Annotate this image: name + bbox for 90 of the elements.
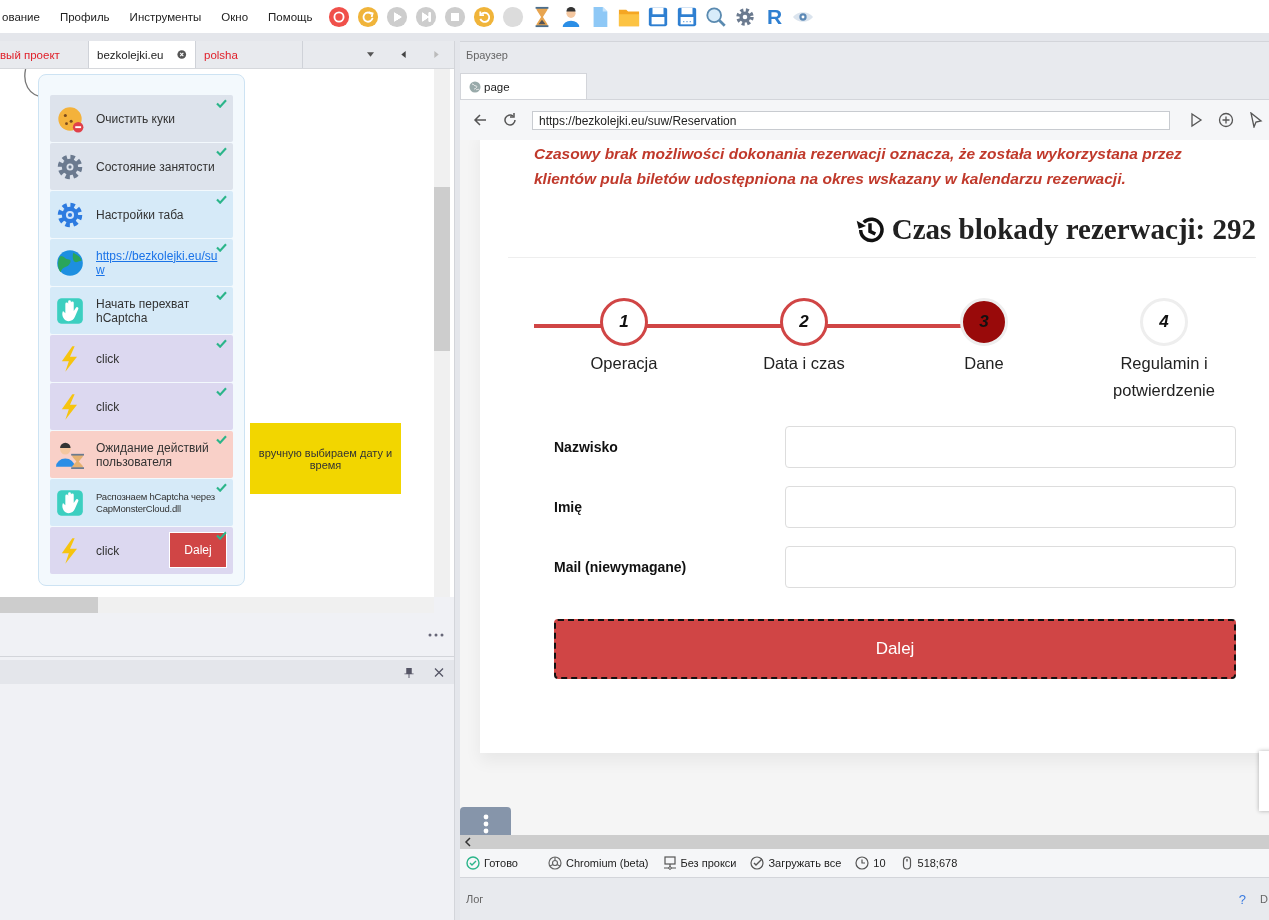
status-text: Без прокси: [680, 857, 737, 869]
hand-icon: [56, 296, 84, 325]
action-block[interactable]: Начать перехват hCaptcha: [50, 287, 233, 334]
action-label: click: [96, 351, 120, 366]
gear-icon: [56, 152, 84, 181]
field-label: Imię: [554, 499, 582, 515]
step-circle[interactable]: 4: [1140, 298, 1188, 346]
check-circle-icon: [750, 856, 765, 870]
project-tab[interactable]: bezkolejki.eu: [89, 41, 196, 68]
menu-item[interactable]: Инструменты: [119, 10, 212, 23]
network-icon: [662, 856, 677, 870]
cookie-icon: [56, 104, 84, 133]
person-hourglass-icon: [56, 440, 84, 469]
globe-icon: [469, 80, 481, 93]
record-icon[interactable]: [328, 5, 351, 28]
timer-heading: Czas blokady rezerwacji: 292: [891, 213, 1256, 246]
action-block[interactable]: Ожидание действий пользователя: [50, 431, 233, 478]
floppy-icon[interactable]: [647, 5, 670, 28]
status-text: 518;678: [917, 857, 958, 869]
close-icon[interactable]: [434, 666, 444, 678]
element-preview: Dalej: [169, 532, 227, 568]
status-text: Chromium (beta): [565, 857, 649, 869]
action-block[interactable]: click Dalej: [50, 527, 233, 574]
action-label: Настройки таба: [96, 207, 184, 222]
panel-title: Лог: [466, 893, 484, 905]
action-block[interactable]: click: [50, 383, 233, 430]
panel-title: Браузер: [466, 49, 508, 61]
play-icon[interactable]: [1188, 112, 1204, 128]
add-icon[interactable]: [1218, 112, 1234, 128]
help-link[interactable]: ?: [1238, 891, 1247, 907]
menu-item[interactable]: Окно: [211, 10, 259, 23]
project-tab[interactable]: polsha: [196, 41, 303, 68]
clock-icon: [855, 856, 870, 870]
address-field[interactable]: https://bezkolejki.eu/suw/Reservation: [532, 110, 1170, 130]
input-field[interactable]: [785, 486, 1236, 528]
status-text: 10: [873, 857, 886, 869]
reload-icon[interactable]: [502, 112, 518, 128]
gear-icon: [56, 200, 84, 229]
action-label: click: [96, 543, 120, 558]
field-label: Mail (niewymagane): [554, 559, 687, 575]
close-icon[interactable]: [177, 49, 187, 60]
globe-icon: [56, 248, 84, 277]
action-block[interactable]: Очистить куки: [50, 95, 233, 142]
check-circle-icon: [466, 856, 480, 870]
step-label: Data i czas: [762, 353, 846, 374]
action-label: Ожидание действий пользователя: [96, 440, 210, 469]
sticky-note: вручную выбираем дату и время: [250, 423, 401, 494]
action-label: Очистить куки: [96, 111, 175, 126]
browser-icon: [547, 856, 562, 870]
status-text: Загружать все: [768, 857, 842, 869]
action-label: Распознаем hCaptcha через CapMonsterCloud.dll: [96, 490, 216, 515]
step-label: Operacja: [589, 353, 659, 374]
menu-item[interactable]: Профиль: [49, 10, 120, 23]
toolbar-button[interactable]: R: [763, 5, 786, 28]
settings-icon[interactable]: [734, 5, 757, 28]
dropdown-icon[interactable]: [367, 51, 374, 58]
back-icon[interactable]: [472, 112, 488, 128]
action-block[interactable]: Состояние занятости: [50, 143, 233, 190]
menu-item[interactable]: ование: [2, 10, 50, 23]
next-button[interactable]: Dalej: [554, 619, 1236, 679]
input-field[interactable]: [785, 426, 1236, 468]
scrollbar[interactable]: [0, 597, 434, 613]
action-block[interactable]: https://bezkolejki.eu/suw: [50, 239, 233, 286]
notice-text: Czasowy brak możliwości dokonania rezerwacji oznacza, że została wykorzystana przez klientów pula biletów udostępniona na okres wskazany w kalendarzu rezerwacji.: [534, 144, 1183, 189]
action-label: Состояние занятости: [96, 159, 215, 174]
step-label: Dane: [963, 353, 1005, 374]
menu-item[interactable]: Помощь: [258, 10, 323, 23]
panel-label: D: [1260, 893, 1269, 905]
floppy-icon[interactable]: [676, 5, 699, 28]
status-text: Готово: [484, 857, 518, 869]
more-icon[interactable]: [428, 632, 444, 637]
scrollbar[interactable]: [460, 835, 1269, 849]
action-block[interactable]: Распознаем hCaptcha через CapMonsterCloud.dll: [50, 479, 233, 526]
action-block[interactable]: Настройки таба: [50, 191, 233, 238]
hand-icon: [56, 488, 84, 517]
search-icon[interactable]: [705, 5, 728, 28]
action-link[interactable]: https://bezkolejki.eu/suw: [96, 248, 224, 277]
kebab-icon: [482, 813, 489, 835]
action-label: click: [96, 399, 120, 414]
browser-tab[interactable]: page: [460, 73, 587, 99]
step-circle[interactable]: 1: [600, 298, 648, 346]
step-circle[interactable]: 2: [780, 298, 828, 346]
action-label: Начать перехват hCaptcha: [96, 296, 191, 325]
scrollbar[interactable]: [434, 69, 450, 597]
step-label: Regulamin i potwierdzenie: [1112, 353, 1216, 401]
field-label: Nazwisko: [554, 439, 618, 455]
cursor-icon[interactable]: [1248, 112, 1264, 128]
input-field[interactable]: [785, 546, 1236, 588]
left-arrow-icon[interactable]: [400, 51, 407, 58]
action-block[interactable]: click: [50, 335, 233, 382]
